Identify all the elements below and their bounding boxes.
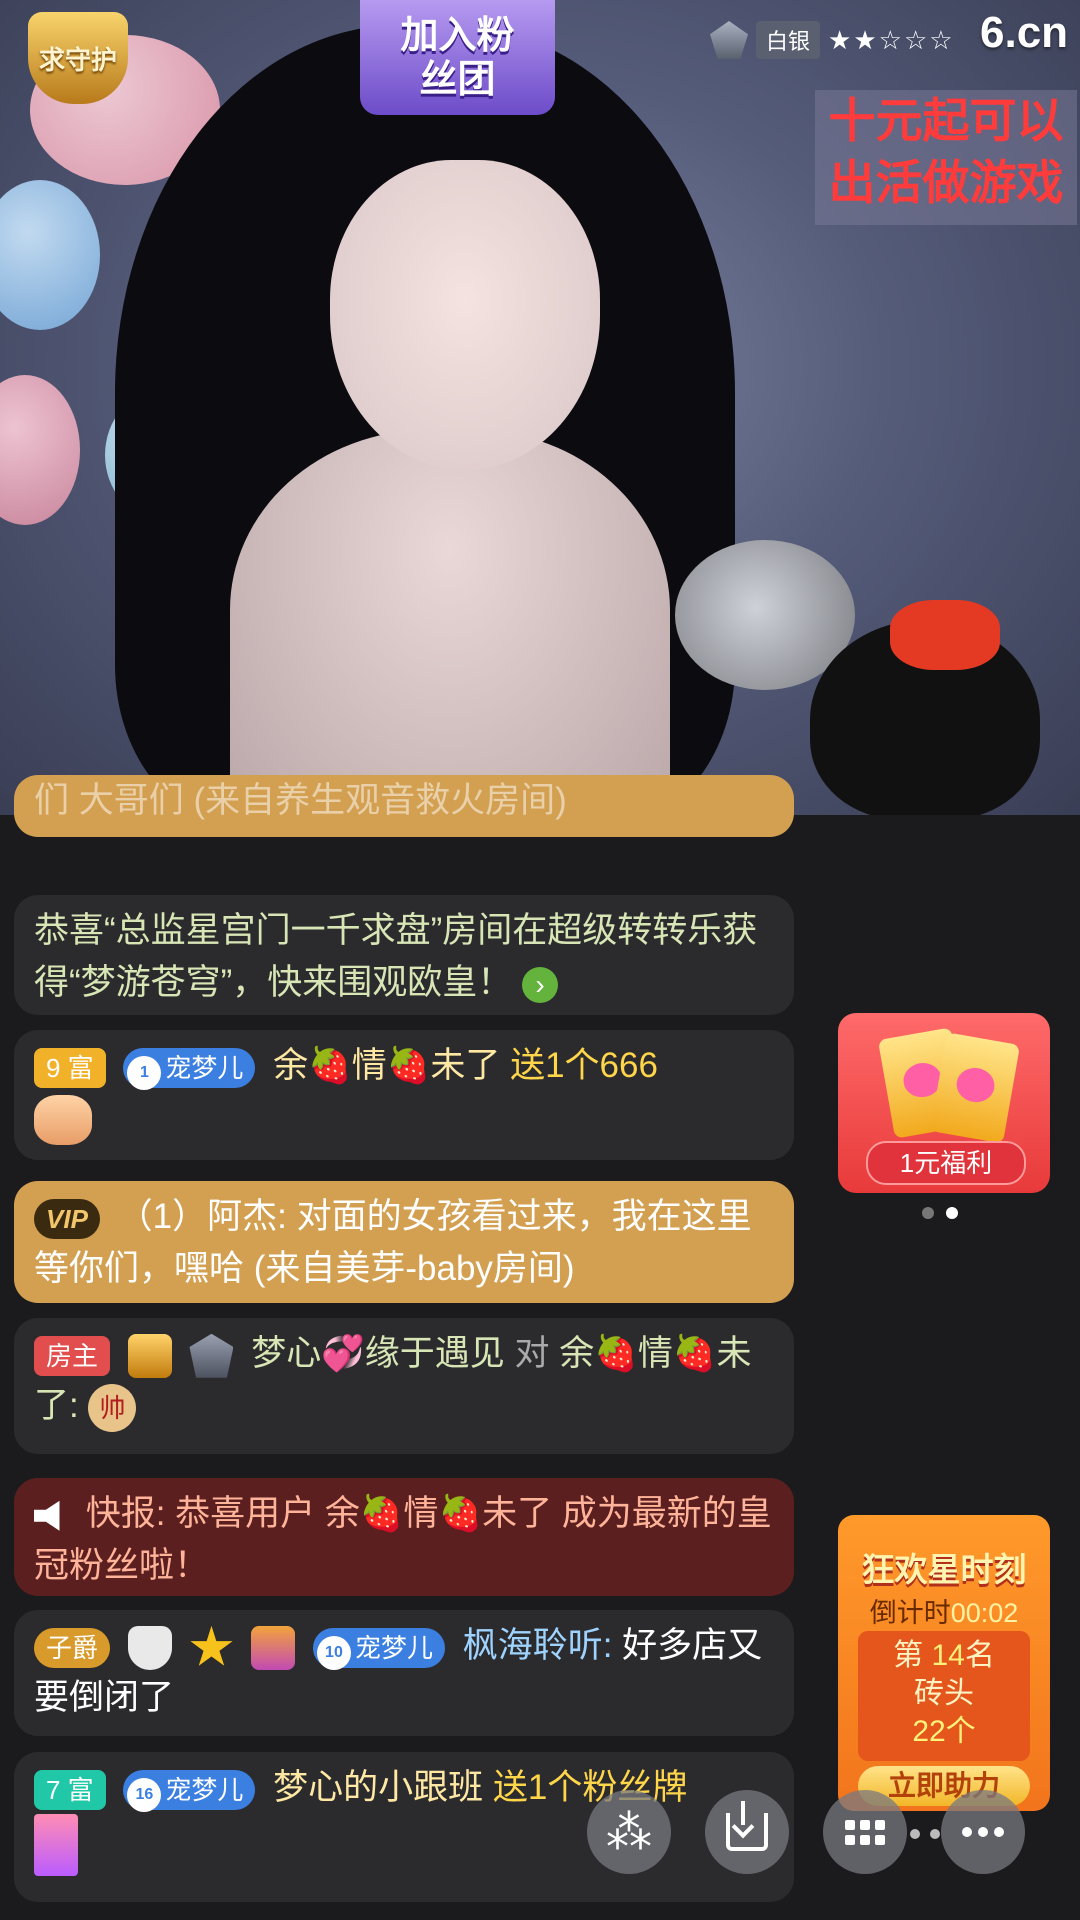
- download-icon: [726, 1801, 768, 1851]
- banner-pagination: [922, 1207, 958, 1219]
- diamond-icon: [127, 1333, 172, 1378]
- grid-icon: [845, 1819, 885, 1845]
- host-badge: 房主: [34, 1335, 111, 1376]
- fan-card-icon: [34, 1814, 78, 1876]
- balloon: [0, 375, 80, 525]
- anchor-rank[interactable]: 白银 ★★☆☆☆: [710, 21, 955, 59]
- chess-piece-icon: 帅: [88, 1383, 137, 1432]
- guard-label: 求守护: [38, 44, 117, 75]
- countdown: 倒计时00:02: [838, 1591, 1050, 1630]
- join-fans-label: 加入粉丝团: [400, 14, 515, 101]
- carnival-pagination: [910, 1829, 940, 1839]
- username[interactable]: 枫海聆听:: [463, 1626, 613, 1665]
- download-button[interactable]: [705, 1790, 789, 1874]
- promo-line-2: 出活做游戏: [828, 156, 1064, 209]
- username[interactable]: 梦心的小跟班: [273, 1768, 483, 1807]
- chat-list[interactable]: 们 大哥们 (来自养生观音救火房间) 恭喜“总监星宫门一千求盘”房间在超级转转乐…: [0, 775, 800, 1920]
- carnival-title: 狂欢星时刻: [861, 1551, 1027, 1588]
- pet-badge: 16 宠梦儿: [123, 1769, 256, 1812]
- message-text: 们 大哥们 (来自养生观音救火房间): [34, 781, 567, 820]
- shield-level-icon: [127, 1625, 172, 1670]
- pet-level: 1: [127, 1055, 162, 1090]
- star-icon: [190, 1625, 233, 1666]
- news-flash[interactable]: 快报: 恭喜用户 余🍓情🍓未了 成为最新的皇冠粉丝啦！: [14, 1478, 794, 1596]
- pet-badge: 10 宠梦儿: [312, 1627, 445, 1670]
- site-logo: 6.cn: [980, 8, 1069, 57]
- pet-level: 10: [316, 1635, 351, 1670]
- chat-message[interactable]: 7 富 16 宠梦儿 梦心的小跟班 送1个粉丝牌: [14, 1752, 794, 1902]
- share-button[interactable]: ⁂: [587, 1790, 671, 1874]
- pet-badge: 1 宠梦儿: [123, 1047, 256, 1090]
- pet-name: 宠梦儿: [165, 1774, 244, 1805]
- rank-number: 14: [931, 1639, 965, 1672]
- live-video[interactable]: 求守护 加入粉丝团 白银 ★★☆☆☆ 6.cn 十元起可以 出活做游戏: [0, 0, 1080, 815]
- more-button[interactable]: [941, 1790, 1025, 1874]
- shield-icon: [189, 1333, 234, 1378]
- welfare-button[interactable]: 1元福利: [866, 1141, 1026, 1185]
- promo-line-1: 十元起可以: [828, 94, 1064, 147]
- promo-overlay: 十元起可以 出活做游戏: [815, 90, 1077, 225]
- welfare-banner[interactable]: 1元福利: [838, 1013, 1050, 1193]
- rank-prefix: 第: [893, 1639, 924, 1672]
- wealth-badge: 9 富: [34, 1047, 106, 1088]
- pet-name: 宠梦儿: [165, 1052, 244, 1083]
- chat-message[interactable]: 房主 梦心💞缘于遇见 对 余🍓情🍓未了: 帅: [14, 1318, 794, 1454]
- pet-name: 宠梦儿: [354, 1632, 433, 1663]
- plush-toy: [810, 600, 1040, 815]
- balloon: [0, 180, 100, 330]
- wealth-badge: 7 富: [34, 1769, 106, 1810]
- chat-message[interactable]: 9 富 1 宠梦儿 余🍓情🍓未了 送1个666: [14, 1030, 794, 1160]
- gift-action: 送1个666: [510, 1046, 658, 1085]
- rank-badge: 子爵: [34, 1627, 111, 1668]
- streamer-body: [230, 430, 670, 815]
- crown-icon: [251, 1625, 296, 1670]
- message-text: （1）阿杰: 对面的女孩看过来，我在这里等你们，嘿哈 (来自美芽-baby房间): [34, 1197, 752, 1288]
- item-name: 砖头: [914, 1677, 974, 1710]
- countdown-time: 00:02: [950, 1598, 1019, 1628]
- speaker-icon: [34, 1500, 60, 1531]
- username[interactable]: 梦心💞缘于遇见: [251, 1334, 505, 1373]
- chat-message: 们 大哥们 (来自养生观音救火房间): [14, 775, 794, 837]
- rank-stars: ★★☆☆☆: [828, 24, 955, 55]
- streamer-face: [330, 160, 600, 470]
- rank-name: 白银: [756, 21, 821, 59]
- apps-button[interactable]: [823, 1790, 907, 1874]
- message-text: 恭喜“总监星宫门一千求盘”房间在超级转转乐获得“梦游苍穹”，快来围观欧皇！: [34, 911, 758, 1002]
- username[interactable]: 余🍓情🍓未了: [273, 1046, 500, 1085]
- rank-icon: [710, 21, 748, 59]
- chat-message[interactable]: 子爵 10 宠梦儿 枫海聆听: 好多店又要倒闭了: [14, 1610, 794, 1736]
- guard-button[interactable]: 求守护: [28, 12, 128, 104]
- pet-level: 16: [127, 1777, 162, 1812]
- carnival-widget[interactable]: 狂欢星时刻 倒计时00:02 第 14名 砖头 22个 立即助力: [838, 1515, 1050, 1811]
- rank-panel: 第 14名 砖头 22个: [858, 1631, 1030, 1761]
- go-arrow-icon[interactable]: ›: [522, 966, 559, 1003]
- gift-666-icon: [34, 1094, 92, 1145]
- rank-suffix: 名: [964, 1639, 995, 1672]
- cards-icon: [876, 1027, 1021, 1144]
- countdown-label: 倒计时: [869, 1598, 951, 1628]
- share-icon: ⁂: [606, 1806, 652, 1858]
- vip-badge: VIP: [34, 1198, 100, 1239]
- join-fans-button[interactable]: 加入粉丝团: [360, 0, 555, 115]
- more-icon: [962, 1827, 1004, 1837]
- chat-message[interactable]: VIP （1）阿杰: 对面的女孩看过来，我在这里等你们，嘿哈 (来自美芽-bab…: [14, 1181, 794, 1303]
- chat-message[interactable]: 恭喜“总监星宫门一千求盘”房间在超级转转乐获得“梦游苍穹”，快来围观欧皇！ ›: [14, 895, 794, 1015]
- to-label: 对: [514, 1334, 550, 1373]
- message-text: 快报: 恭喜用户 余🍓情🍓未了 成为最新的皇冠粉丝啦！: [34, 1494, 772, 1585]
- item-count: 22个: [912, 1715, 976, 1748]
